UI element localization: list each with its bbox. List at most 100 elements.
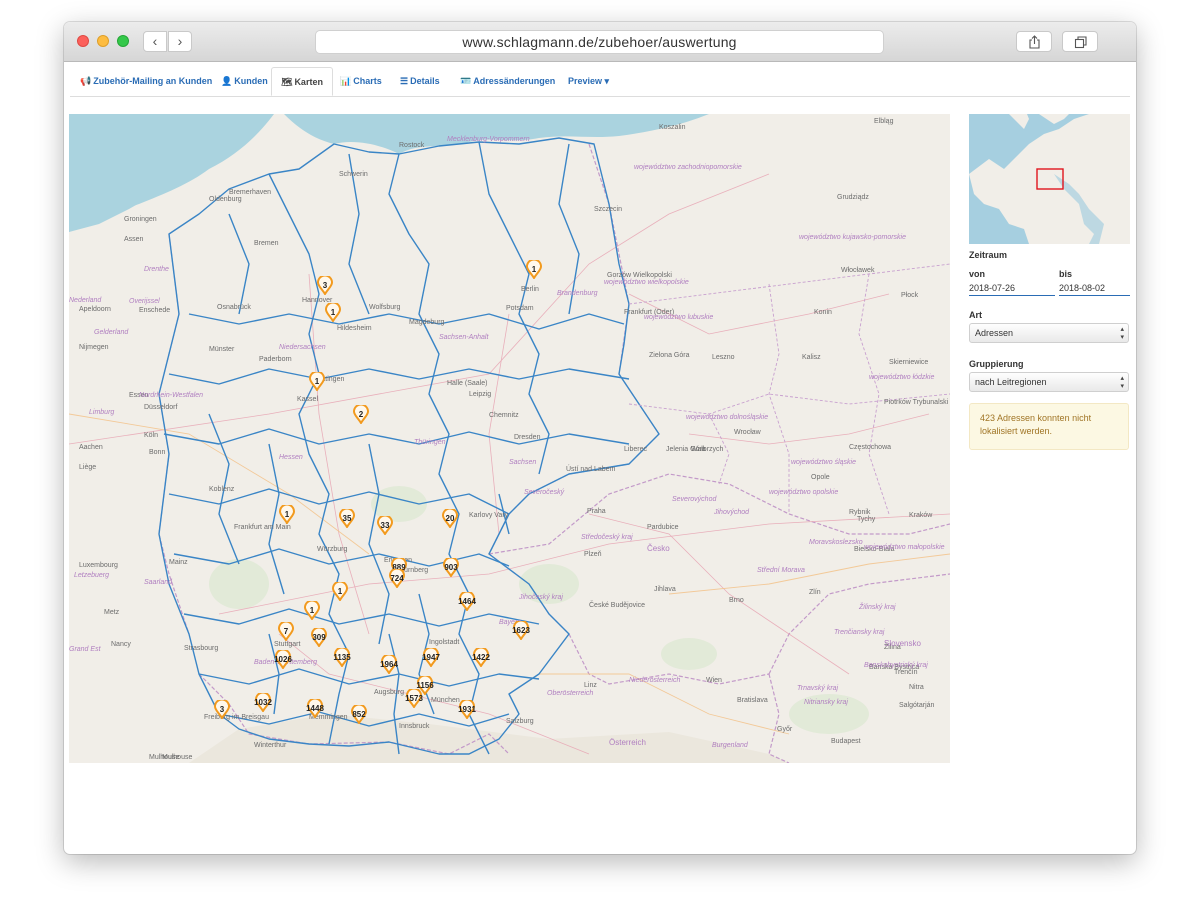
map-city-label: Wrocław <box>734 429 761 436</box>
map-city-label: Jihlava <box>654 586 676 593</box>
map-city-label: Bonn <box>149 449 166 456</box>
map-region-label: Hessen <box>279 454 303 461</box>
map-region-label: Střední Morava <box>757 567 805 574</box>
map-city-label: Zlín <box>809 589 821 596</box>
map-region-label: województwo wielkopolskie <box>604 279 689 286</box>
select-arrows-icon: ▴ ▾ <box>1120 326 1124 341</box>
map-region-label: Trenčiansky kraj <box>834 629 885 636</box>
map-region-label: Grand Est <box>69 646 101 653</box>
browser-window: ‹ › www.schlagmann.de/zubehoer/auswertun… <box>64 22 1136 854</box>
zoom-window-button[interactable] <box>117 35 129 47</box>
von-label: von <box>969 269 986 279</box>
marker-count: 33 <box>380 521 390 530</box>
marker-count: 1 <box>284 510 290 519</box>
map-view[interactable]: Koszalin Szczecin Bremen Hannover Hildesheim… <box>69 114 950 763</box>
map-city-label: Stuttgart <box>274 641 301 648</box>
map-city-label: Nitra <box>909 684 924 691</box>
marker-count: 309 <box>312 633 326 642</box>
art-select[interactable]: Adressen ▴ ▾ <box>969 323 1129 343</box>
map-region-label: Jihovýchod <box>714 509 750 516</box>
map-city-label: Karlovy Vary <box>469 512 509 519</box>
map-region-label: Nordrhein-Westfalen <box>139 392 204 399</box>
tab-karten[interactable]: 🗺 Karten <box>271 67 333 96</box>
map-city-label: Metz <box>104 609 120 616</box>
map-region-label: Žilinský kraj <box>859 604 896 611</box>
map-region-label: Oberösterreich <box>547 690 594 697</box>
marker-count: 1032 <box>254 698 272 707</box>
map-city-label: Liège <box>79 464 97 471</box>
tab-kunden[interactable]: 👤 Kunden <box>221 67 268 95</box>
von-date-input[interactable]: 2018-07-26 <box>969 281 1055 296</box>
map-city-label: Frankfurt am Main <box>234 524 291 531</box>
map-city-label: Salgótarján <box>899 702 935 709</box>
map-region-label: Mecklenburg-Vorpommern <box>447 136 530 143</box>
map-city-label: Grudziądz <box>837 194 869 201</box>
marker-count: 3 <box>322 281 328 290</box>
tab-charts[interactable]: 📊 Charts <box>340 67 382 95</box>
map-city-label: Mainz <box>169 559 188 566</box>
share-icon <box>1029 35 1040 49</box>
map-region-label: Sachsen <box>509 459 537 466</box>
marker-count: 1448 <box>306 704 324 713</box>
tab-label: Kunden <box>234 76 268 86</box>
map-region-label: Nederland <box>69 297 102 304</box>
show-tabs-button[interactable] <box>1062 31 1098 52</box>
marker-count: 1422 <box>472 653 490 662</box>
back-button[interactable]: ‹ <box>143 31 167 52</box>
map-city-label: Ingolstadt <box>429 639 460 646</box>
tab-label: Adressänderungen <box>473 76 556 86</box>
map-region-label: Trnavský kraj <box>797 685 839 692</box>
map-region-label: Drenthe <box>144 266 169 273</box>
marker-count: 903 <box>444 563 458 572</box>
tab-details[interactable]: ☰ Details <box>400 67 440 95</box>
marker-count: 852 <box>352 710 366 719</box>
address-bar[interactable]: www.schlagmann.de/zubehoer/auswertung <box>316 31 883 53</box>
map-country-label: Slovensko <box>884 639 921 648</box>
overview-minimap[interactable] <box>969 114 1130 244</box>
marker-count: 1947 <box>422 653 440 662</box>
map-city-label: Strasbourg <box>184 645 219 652</box>
map-country-label: Österreich <box>609 738 646 747</box>
map-city-label: Nijmegen <box>79 344 109 351</box>
user-icon: 👤 <box>221 76 233 86</box>
map-city-label: Schwerin <box>339 171 368 178</box>
bis-date-input[interactable]: 2018-08-02 <box>1059 281 1130 296</box>
chevron-right-icon: › <box>177 33 183 49</box>
share-button[interactable] <box>1016 31 1052 52</box>
tab-zubehoer-mailing[interactable]: 📢 Zubehör-Mailing an Kunden <box>80 67 212 95</box>
minimap-land <box>969 114 1130 244</box>
map-city-label: Bratislava <box>737 697 768 704</box>
map-city-label: Szczecin <box>594 206 623 213</box>
map-city-label: Opole <box>811 474 830 481</box>
forward-button[interactable]: › <box>168 31 192 52</box>
map-region-label: województwo dolnośląskie <box>686 414 769 421</box>
map-city-label: Düsseldorf <box>144 404 178 411</box>
gruppierung-select[interactable]: nach Leitregionen ▴ ▾ <box>969 372 1129 392</box>
map-city-label: Winterthur <box>254 742 287 749</box>
map-city-label: Bremerhaven <box>229 189 272 196</box>
map-city-label: Elbląg <box>874 118 894 125</box>
map-city-label: Innsbruck <box>399 723 430 730</box>
marker-count: 1964 <box>380 660 398 669</box>
marker-count: 3 <box>219 705 225 714</box>
list-icon: ☰ <box>400 76 409 86</box>
map-city-label: Potsdam <box>506 305 534 312</box>
map-region-label: Severovýchod <box>672 496 717 503</box>
tab-preview-dropdown[interactable]: Preview ▾ <box>568 67 609 95</box>
map-city-label: Budapest <box>831 738 861 745</box>
map-region-label: Banskobystrický kraj <box>864 662 928 669</box>
close-window-button[interactable] <box>77 35 89 47</box>
map-city-label: Magdeburg <box>409 319 445 326</box>
map-city-label: Rybnik <box>849 509 871 516</box>
tab-adressaenderungen[interactable]: 🪪 Adressänderungen <box>460 67 555 95</box>
map-country-label: Česko <box>647 544 670 553</box>
map-region-label: Saarland <box>144 579 173 586</box>
map-region-label: Nitriansky kraj <box>804 699 848 706</box>
minimize-window-button[interactable] <box>97 35 109 47</box>
map-city-label: Leszno <box>712 354 735 361</box>
zeitraum-label: Zeitraum <box>969 250 1008 260</box>
select-arrows-icon: ▴ ▾ <box>1120 375 1124 390</box>
map-region-label: Severočeský <box>524 489 565 496</box>
marker-count: 1 <box>330 308 336 317</box>
map-city-label: Koszalin <box>659 124 686 131</box>
